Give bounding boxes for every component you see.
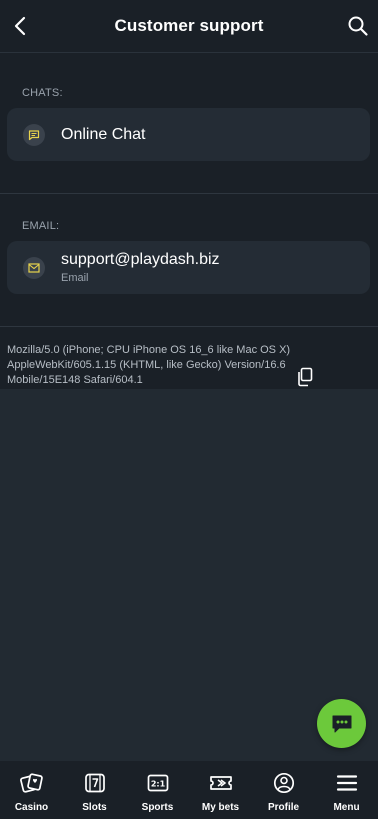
chat-dots-icon [332, 715, 351, 732]
page-title: Customer support [114, 16, 264, 35]
online-chat-card[interactable]: Online Chat [7, 108, 370, 161]
nav-sports-label: Sports [141, 802, 174, 813]
nav-menu[interactable]: Menu [315, 761, 378, 819]
copy-button[interactable] [294, 366, 316, 388]
email-section-label: EMAIL: [22, 220, 60, 232]
nav-profile[interactable]: Profile [252, 761, 315, 819]
chat-bubble-icon [28, 129, 40, 140]
hamburger-menu-icon [336, 775, 357, 791]
live-chat-fab[interactable] [317, 699, 366, 748]
chevron-left-icon [14, 16, 26, 36]
ticket-icon [209, 776, 232, 790]
section-divider [0, 326, 378, 327]
nav-sports[interactable]: 2:1 Sports [126, 761, 189, 819]
casino-cards-icon [19, 773, 43, 793]
search-icon [348, 16, 368, 36]
copy-icon [298, 367, 313, 387]
nav-menu-label: Menu [333, 802, 360, 813]
email-address: support@playdash.biz [61, 251, 220, 268]
email-type-label: Email [61, 272, 89, 284]
bottom-navigation: Casino Slots 2:1 Sports My bets Profile … [0, 761, 378, 819]
nav-slots-label: Slots [82, 802, 107, 813]
profile-icon [273, 772, 294, 794]
nav-my-bets[interactable]: My bets [189, 761, 252, 819]
nav-casino-label: Casino [14, 802, 49, 813]
chat-icon-circle [23, 123, 45, 146]
svg-text:2:1: 2:1 [150, 780, 165, 789]
envelope-icon [28, 262, 40, 273]
content-background [0, 0, 378, 389]
nav-casino[interactable]: Casino [0, 761, 63, 819]
nav-my-bets-label: My bets [201, 802, 240, 813]
email-icon-circle [23, 256, 45, 279]
search-button[interactable] [344, 12, 372, 40]
section-divider [0, 193, 378, 194]
email-card[interactable]: support@playdash.biz Email [7, 241, 370, 294]
nav-slots[interactable]: Slots [63, 761, 126, 819]
online-chat-label: Online Chat [61, 125, 146, 143]
user-agent-text: Mozilla/5.0 (iPhone; CPU iPhone OS 16_6 … [7, 344, 291, 386]
header-bar: Customer support [0, 0, 378, 53]
back-button[interactable] [6, 12, 34, 40]
slots-seven-icon [84, 773, 105, 793]
chats-section-label: CHATS: [22, 87, 63, 99]
sports-score-icon: 2:1 [147, 774, 168, 792]
nav-profile-label: Profile [267, 802, 300, 813]
